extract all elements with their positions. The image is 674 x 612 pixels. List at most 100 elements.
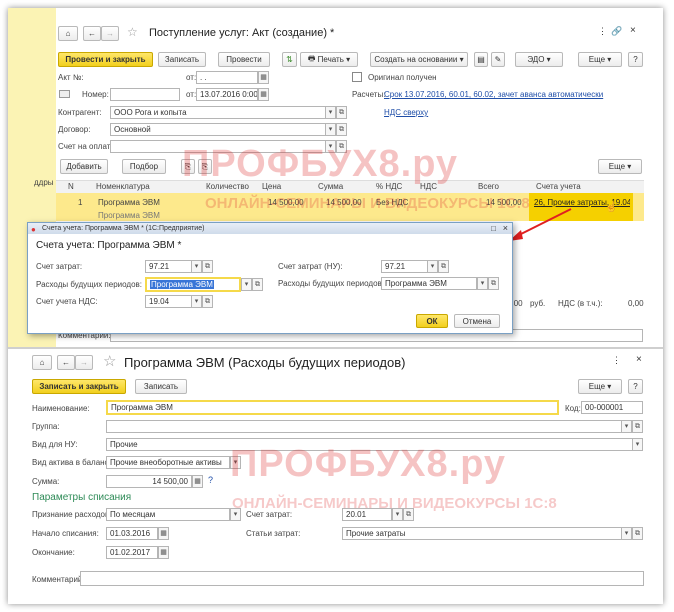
deferred-input[interactable]: Программа ЭВМ (145, 277, 241, 292)
vat-account-input[interactable]: 19.04 (145, 295, 192, 308)
chevron-down-icon[interactable]: ▾ (621, 527, 632, 540)
cost-account-input[interactable]: 97.21 (145, 260, 192, 273)
act-no-label: Акт №: (58, 73, 84, 82)
window-menu-icon[interactable]: ⋮ (598, 26, 607, 37)
create-based-button[interactable]: Создать на основании ▾ (370, 52, 468, 67)
calendar-icon[interactable]: ▦ (258, 71, 269, 84)
number-toggle-icon[interactable] (59, 90, 70, 98)
calendar-icon[interactable]: ▦ (158, 546, 169, 559)
invoice-label: Счет на оплату: (58, 142, 117, 151)
chevron-down-icon[interactable]: ▾ (427, 260, 438, 273)
sidebar-label: ддры (34, 178, 54, 187)
open-icon[interactable]: ⧉ (438, 260, 449, 273)
help-question-icon[interactable]: ? (208, 475, 213, 485)
window-menu-icon[interactable]: ⋮ (612, 355, 621, 366)
vat-link[interactable]: НДС сверху (384, 108, 428, 117)
more-label: Еще (588, 382, 606, 391)
chevron-down-icon[interactable]: ▾ (241, 278, 252, 291)
contract-input[interactable]: Основной (110, 123, 335, 136)
cost-account-nu-input[interactable]: 97.21 (381, 260, 428, 273)
chevron-down-icon[interactable]: ▾ (191, 260, 202, 273)
open-icon[interactable]: ⧉ (632, 527, 643, 540)
chevron-down-icon[interactable]: ▾ (632, 438, 643, 451)
more-button[interactable]: Еще ▾ (578, 379, 622, 394)
asset-type-input[interactable]: Прочие внеоборотные активы (106, 456, 230, 469)
app-logo-icon: ● (31, 225, 36, 234)
dialog-close-icon[interactable]: × (503, 223, 508, 234)
ok-button[interactable]: ОК (416, 314, 448, 328)
calendar-icon[interactable]: ▦ (158, 527, 169, 540)
calendar-icon[interactable]: ▦ (258, 88, 269, 101)
group-label: Группа: (32, 422, 60, 431)
help-button[interactable]: ? (628, 379, 643, 394)
contractor-input[interactable]: ООО Рога и копыта (110, 106, 335, 119)
code-label: Код: (565, 404, 581, 413)
calculator-icon[interactable]: ▦ (192, 475, 203, 488)
chevron-down-icon[interactable]: ▾ (621, 420, 632, 433)
original-checkbox[interactable] (352, 72, 362, 82)
number-input[interactable] (110, 88, 180, 101)
cost-item-input[interactable]: Прочие затраты (342, 527, 632, 540)
edo-button[interactable]: ЭДО ▾ (515, 52, 563, 67)
chevron-down-icon[interactable]: ▾ (325, 106, 336, 119)
chevron-down-icon[interactable]: ▾ (191, 295, 202, 308)
add-row-button[interactable]: Добавить (60, 159, 108, 174)
home-button[interactable]: ⌂ (58, 26, 78, 41)
star-icon[interactable]: ☆ (127, 25, 138, 39)
open-icon[interactable]: ⧉ (202, 260, 213, 273)
star-icon[interactable]: ☆ (103, 352, 116, 370)
write-button[interactable]: Записать (135, 379, 187, 394)
open-icon[interactable]: ⧉ (488, 277, 499, 290)
write-close-button[interactable]: Записать и закрыть (32, 379, 126, 394)
rbp-comment-input[interactable] (80, 571, 644, 586)
open-icon[interactable]: ⧉ (202, 295, 213, 308)
more-button[interactable]: Еще ▾ (578, 52, 622, 67)
report-icon[interactable]: ▤ (474, 52, 488, 67)
start-input[interactable]: 01.03.2016 (106, 527, 158, 540)
calc-link[interactable]: Срок 13.07.2016, 60.01, 60.02, зачет ава… (384, 90, 603, 99)
start-label: Начало списания: (32, 529, 99, 538)
forward-button[interactable]: → (101, 26, 119, 41)
sum-value: 14 500,00 (152, 477, 188, 486)
window-close-icon[interactable]: × (636, 354, 642, 365)
back-button[interactable]: ← (57, 355, 75, 370)
window-link-icon[interactable]: 🔗 (611, 26, 622, 37)
open-icon[interactable]: ⧉ (632, 420, 643, 433)
act-date-input[interactable]: . . (196, 71, 258, 84)
asset-type-label: Вид актива в балансе: (32, 458, 116, 467)
attach-icon[interactable]: ✎ (491, 52, 505, 67)
home-button[interactable]: ⌂ (32, 355, 52, 370)
more-label: Еще (588, 55, 606, 64)
post-and-close-button[interactable]: Провести и закрыть (58, 52, 153, 67)
dialog-title: Счета учета: Программа ЭВМ * (36, 240, 182, 251)
write-button[interactable]: Записать (158, 52, 206, 67)
select-button[interactable]: Подбор (122, 159, 166, 174)
post-button[interactable]: Провести (218, 52, 270, 67)
cancel-button[interactable]: Отмена (454, 314, 500, 328)
table-more-button[interactable]: Еще ▾ (598, 159, 642, 174)
window-close-icon[interactable]: × (630, 25, 636, 36)
deferred-label: Расходы будущих периодов: (36, 280, 142, 289)
name-input[interactable]: Программа ЭВМ (106, 400, 559, 415)
end-input[interactable]: 01.02.2017 (106, 546, 158, 559)
open-icon[interactable]: ⧉ (336, 123, 347, 136)
back-button[interactable]: ← (83, 26, 101, 41)
date-input[interactable]: 13.07.2016 0:00:00 (196, 88, 258, 101)
create-based-label: Создать на основании (374, 55, 458, 64)
print-button[interactable]: 🖶 Печать ▾ (300, 52, 358, 67)
open-icon[interactable]: ⧉ (252, 278, 263, 291)
help-button[interactable]: ? (628, 52, 643, 67)
sum-label: Сумма: (32, 477, 60, 486)
chevron-down-icon[interactable]: ▾ (325, 123, 336, 136)
code-input[interactable]: 00-000001 (581, 401, 643, 414)
dialog-maximize-icon[interactable]: □ (491, 223, 496, 234)
forward-button[interactable]: → (75, 355, 93, 370)
deferred-nu-input[interactable]: Программа ЭВМ (381, 277, 477, 290)
chevron-down-icon[interactable]: ▾ (477, 277, 488, 290)
dt-kt-icon[interactable]: ⇅ (282, 52, 297, 67)
recognition-label: Признание расходов: (32, 510, 112, 519)
sum-input[interactable]: 14 500,00 (106, 475, 192, 488)
open-icon[interactable]: ⧉ (336, 106, 347, 119)
recognition-input[interactable]: По месяцам (106, 508, 230, 521)
group-input[interactable] (106, 420, 632, 433)
